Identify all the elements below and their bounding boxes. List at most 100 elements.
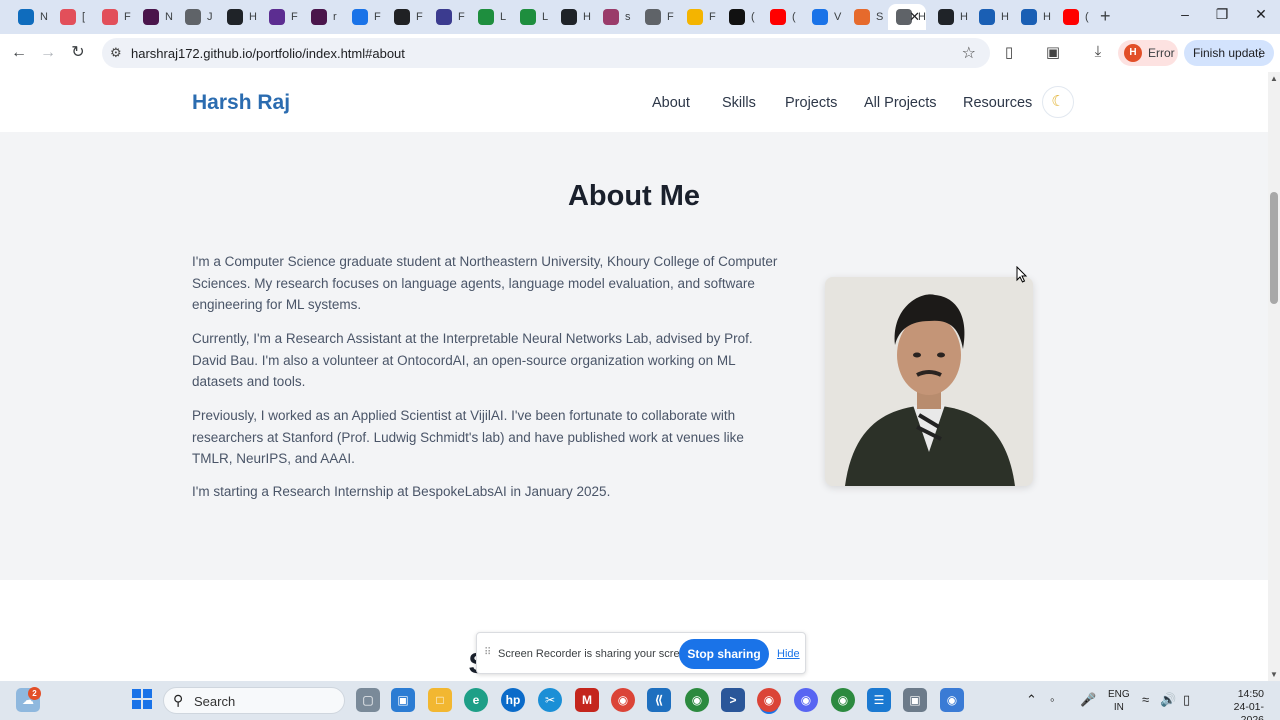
mcafee-icon[interactable]: M	[575, 688, 599, 712]
browser-tab[interactable]: H ✕	[888, 4, 926, 30]
browser-tab[interactable]: F	[344, 4, 384, 30]
wifi-icon[interactable]: ≈	[1142, 692, 1149, 707]
browser-tab[interactable]: F	[637, 4, 677, 30]
terminal-icon[interactable]: >	[721, 688, 745, 712]
bookmark-star-icon[interactable]: ☆	[962, 43, 976, 63]
browser-tab[interactable]: N	[135, 4, 175, 30]
back-icon[interactable]: ←	[8, 42, 30, 64]
browser-tab[interactable]: F	[679, 4, 719, 30]
browser-tab[interactable]: N	[10, 4, 50, 30]
hp-icon[interactable]: hp	[501, 688, 525, 712]
browser-tab[interactable]: F	[428, 4, 468, 30]
chrome-profile-icon[interactable]: ◉	[685, 688, 709, 712]
browser-tab[interactable]: H	[1013, 4, 1053, 30]
drag-handle-icon[interactable]: ⠿	[484, 647, 491, 658]
browser-tab[interactable]: L	[470, 4, 510, 30]
close-window-icon[interactable]: ✕	[1249, 6, 1273, 28]
browser-tab[interactable]: F	[261, 4, 301, 30]
browser-tab[interactable]: S	[846, 4, 886, 30]
chrome-icon[interactable]: ◉	[611, 688, 635, 712]
media-tool-icon[interactable]: ▣	[903, 688, 927, 712]
file-explorer-icon[interactable]: □	[428, 688, 452, 712]
discord-icon[interactable]: ◉	[794, 688, 818, 712]
browser-tab[interactable]: r	[303, 4, 343, 30]
tab-label: (	[1085, 11, 1089, 23]
browser-tab[interactable]: H	[930, 4, 970, 30]
forward-icon[interactable]: →	[37, 42, 59, 64]
new-tab-icon[interactable]: +	[1100, 6, 1111, 27]
chrome-active-icon[interactable]: ◉	[757, 688, 781, 712]
extensions-icon[interactable]: ▯	[999, 43, 1019, 63]
download-icon[interactable]: ⤓	[1088, 43, 1108, 63]
browser-tab[interactable]: s	[595, 4, 635, 30]
scroll-up-icon[interactable]: ▲	[1270, 74, 1278, 83]
browser-tab[interactable]: L	[512, 4, 552, 30]
tab-label: H	[960, 11, 968, 23]
microphone-icon[interactable]: 🎤	[1080, 692, 1096, 708]
browser-tab[interactable]: H	[553, 4, 593, 30]
outlook-icon	[18, 9, 34, 25]
screen-cast-icon[interactable]: ▣	[1043, 43, 1063, 63]
tab-label: J	[207, 11, 213, 23]
about-paragraph-1: I'm a Computer Science graduate student …	[192, 254, 778, 312]
taskbar-search[interactable]: ⚲ Search	[163, 687, 345, 714]
vscode-icon[interactable]: ⟪	[647, 688, 671, 712]
restore-icon[interactable]: ❐	[1210, 6, 1234, 28]
store-icon[interactable]: ▣	[391, 688, 415, 712]
leetcode-icon	[520, 9, 536, 25]
browser-tab[interactable]: F	[386, 4, 426, 30]
nav-link-resources[interactable]: Resources	[963, 95, 1032, 111]
site-brand[interactable]: Harsh Raj	[192, 91, 290, 115]
notepad-icon[interactable]: ☰	[867, 688, 891, 712]
tab-label: N	[165, 11, 173, 23]
start-button[interactable]	[130, 688, 154, 712]
meet-now-icon[interactable]: ◦	[1050, 692, 1055, 707]
widget-badge: 2	[28, 687, 41, 700]
browser-tab[interactable]: H	[219, 4, 259, 30]
site-info-icon[interactable]: ⚙	[110, 45, 122, 61]
volume-icon[interactable]: 🔊	[1160, 692, 1176, 708]
more-menu-icon[interactable]: ⋮	[1254, 40, 1266, 66]
tab-label: F	[458, 11, 465, 23]
tray-overflow-icon[interactable]: ⌃	[1026, 692, 1037, 708]
browser-tab[interactable]: F	[94, 4, 134, 30]
browser-tab[interactable]: (	[762, 4, 802, 30]
nav-link-skills[interactable]: Skills	[722, 95, 756, 111]
windows-taskbar: ☁ 2 ⚲ Search ▢ ▣ □ e hp ✂ M ◉ ⟪ ◉ > ◉ ◉ …	[0, 681, 1280, 720]
system-clock[interactable]: 14:50 24-01-2026	[1212, 688, 1264, 720]
page-scrollbar[interactable]: ▲ ▼	[1268, 72, 1280, 681]
url-text[interactable]: harshraj172.github.io/portfolio/index.ht…	[131, 46, 405, 61]
scroll-down-icon[interactable]: ▼	[1270, 670, 1278, 679]
browser-tab[interactable]: (	[721, 4, 761, 30]
snipping-tool-icon[interactable]: ✂	[538, 688, 562, 712]
hide-link[interactable]: Hide	[777, 648, 800, 660]
address-bar[interactable]: ⚙ harshraj172.github.io/portfolio/index.…	[102, 38, 990, 68]
browser-tab[interactable]: [	[52, 4, 92, 30]
scrollbar-thumb[interactable]	[1270, 192, 1278, 304]
chrome-profile-2-icon[interactable]: ◉	[831, 688, 855, 712]
browser-tab[interactable]: J	[177, 4, 217, 30]
reload-icon[interactable]: ↻	[67, 42, 89, 64]
theme-toggle-button[interactable]: ☾	[1042, 86, 1074, 118]
battery-icon[interactable]: ▯	[1183, 692, 1190, 708]
browser-tab[interactable]: V	[804, 4, 844, 30]
minimize-icon[interactable]: –	[1173, 6, 1197, 28]
letter-a-icon	[436, 9, 452, 25]
browser-tab[interactable]: H	[971, 4, 1011, 30]
finish-update-button[interactable]: Finish update ⋮	[1184, 40, 1274, 66]
close-tab-icon[interactable]: ✕	[909, 9, 920, 25]
language-indicator[interactable]: ENG IN	[1108, 688, 1130, 714]
nav-link-all-projects[interactable]: All Projects	[864, 95, 937, 111]
nav-link-projects[interactable]: Projects	[785, 95, 837, 111]
tab-label: H	[1001, 11, 1009, 23]
recorder-icon[interactable]: ◉	[940, 688, 964, 712]
edge-icon[interactable]: e	[464, 688, 488, 712]
nav-link-about[interactable]: About	[652, 95, 690, 111]
profile-error-button[interactable]: H Error	[1118, 40, 1178, 66]
task-view-icon[interactable]: ▢	[356, 688, 380, 712]
site-navbar: Harsh Raj About Skills Projects All Proj…	[0, 72, 1268, 132]
stop-sharing-button[interactable]: Stop sharing	[679, 639, 769, 669]
browser-tab[interactable]: (	[1055, 4, 1095, 30]
target-icon	[102, 9, 118, 25]
youtube-icon	[1063, 9, 1079, 25]
